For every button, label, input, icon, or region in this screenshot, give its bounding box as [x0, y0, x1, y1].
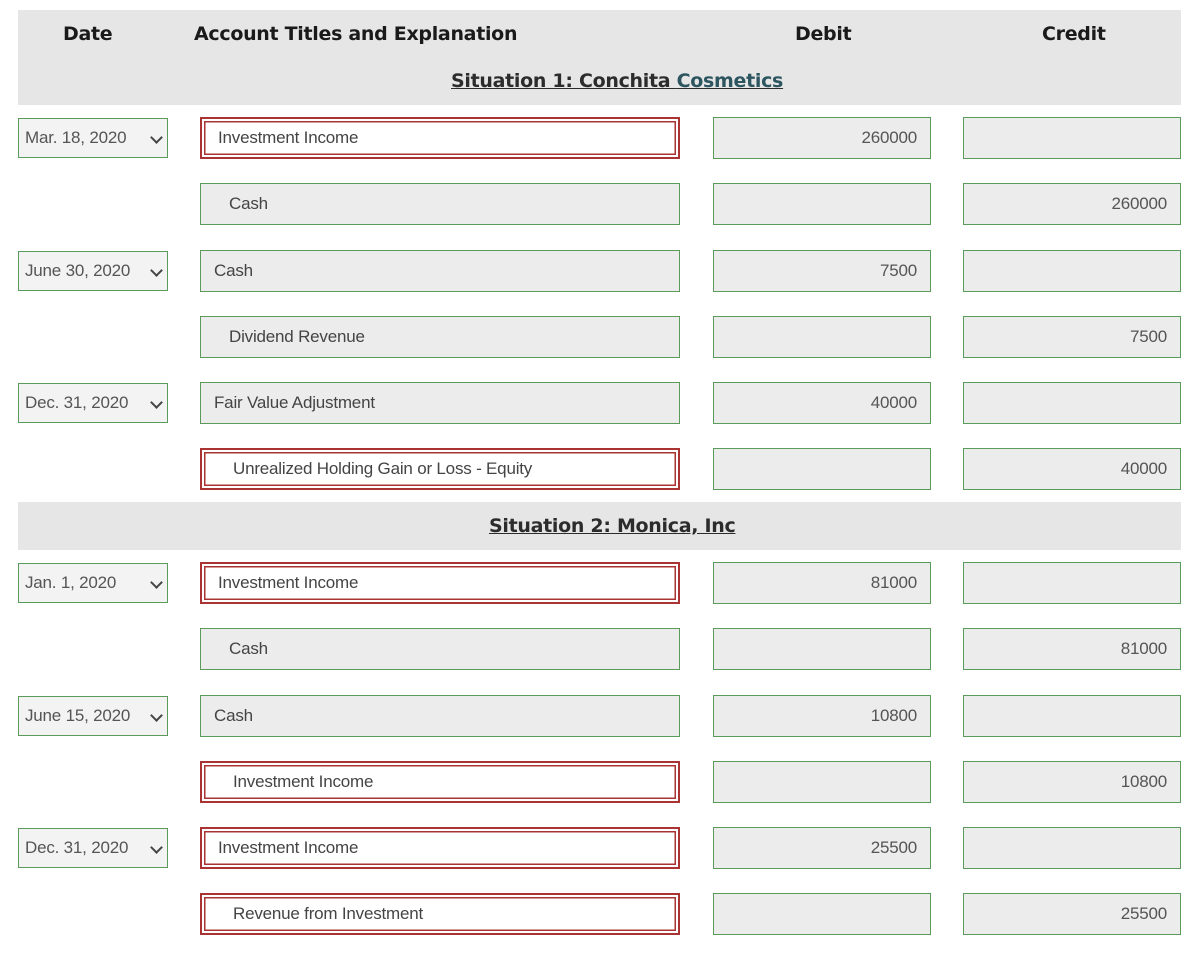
- date-select[interactable]: June 15, 2020: [18, 696, 168, 736]
- account-title-input[interactable]: Cash: [200, 695, 680, 737]
- account-title-input[interactable]: Investment Income: [200, 562, 680, 604]
- journal-row: June 15, 2020 Cash 10800: [0, 695, 1200, 737]
- date-select-value: Dec. 31, 2020: [25, 393, 129, 412]
- credit-input[interactable]: 10800: [963, 761, 1181, 803]
- credit-input[interactable]: 260000: [963, 183, 1181, 225]
- date-select-value: June 15, 2020: [25, 706, 131, 725]
- journal-row: Revenue from Investment 25500: [0, 893, 1200, 935]
- journal-row: June 30, 2020 Cash 7500: [0, 250, 1200, 292]
- journal-row: Cash 260000: [0, 183, 1200, 225]
- account-title-input[interactable]: Fair Value Adjustment: [200, 382, 680, 424]
- account-column-header: Account Titles and Explanation: [194, 23, 518, 45]
- situation-1-title-link: Cosmetics: [676, 70, 784, 92]
- credit-input[interactable]: [963, 382, 1181, 424]
- account-title-input[interactable]: Cash: [200, 628, 680, 670]
- debit-input[interactable]: [713, 761, 931, 803]
- account-title-input[interactable]: Investment Income: [200, 827, 680, 869]
- credit-input[interactable]: [963, 695, 1181, 737]
- chevron-down-icon: [150, 576, 163, 589]
- debit-input[interactable]: 40000: [713, 382, 931, 424]
- account-title-input[interactable]: Investment Income: [200, 117, 680, 159]
- journal-row: Unrealized Holding Gain or Loss - Equity…: [0, 448, 1200, 490]
- situation-1-title: Situation 1: Conchita Cosmetics: [451, 70, 783, 92]
- date-select[interactable]: Jan. 1, 2020: [18, 563, 168, 603]
- debit-input[interactable]: 10800: [713, 695, 931, 737]
- debit-input[interactable]: [713, 183, 931, 225]
- account-title-input[interactable]: Cash: [200, 183, 680, 225]
- credit-column-header: Credit: [1042, 23, 1106, 45]
- account-title-input[interactable]: Unrealized Holding Gain or Loss - Equity: [200, 448, 680, 490]
- account-title-input[interactable]: Cash: [200, 250, 680, 292]
- credit-input[interactable]: 40000: [963, 448, 1181, 490]
- credit-input[interactable]: [963, 562, 1181, 604]
- debit-input[interactable]: 260000: [713, 117, 931, 159]
- credit-input[interactable]: [963, 117, 1181, 159]
- journal-row: Investment Income 10800: [0, 761, 1200, 803]
- account-title-input[interactable]: Dividend Revenue: [200, 316, 680, 358]
- journal-row: Dec. 31, 2020 Fair Value Adjustment 40000: [0, 382, 1200, 424]
- date-select[interactable]: Dec. 31, 2020: [18, 383, 168, 423]
- date-select-value: June 30, 2020: [25, 261, 131, 280]
- chevron-down-icon: [150, 709, 163, 722]
- journal-row: Dec. 31, 2020 Investment Income 25500: [0, 827, 1200, 869]
- debit-column-header: Debit: [795, 23, 852, 45]
- date-select-value: Mar. 18, 2020: [25, 128, 127, 147]
- date-select[interactable]: Dec. 31, 2020: [18, 828, 168, 868]
- debit-input[interactable]: 7500: [713, 250, 931, 292]
- credit-input[interactable]: 81000: [963, 628, 1181, 670]
- date-select-value: Jan. 1, 2020: [25, 573, 117, 592]
- debit-input[interactable]: 81000: [713, 562, 931, 604]
- journal-row: Dividend Revenue 7500: [0, 316, 1200, 358]
- account-title-input[interactable]: Revenue from Investment: [200, 893, 680, 935]
- journal-row: Jan. 1, 2020 Investment Income 81000: [0, 562, 1200, 604]
- debit-input[interactable]: 25500: [713, 827, 931, 869]
- credit-input[interactable]: [963, 827, 1181, 869]
- situation-2-title: Situation 2: Monica, Inc: [489, 515, 736, 537]
- journal-row: Cash 81000: [0, 628, 1200, 670]
- account-title-input[interactable]: Investment Income: [200, 761, 680, 803]
- credit-input[interactable]: [963, 250, 1181, 292]
- debit-input[interactable]: [713, 893, 931, 935]
- credit-input[interactable]: 7500: [963, 316, 1181, 358]
- debit-input[interactable]: [713, 316, 931, 358]
- chevron-down-icon: [150, 396, 163, 409]
- date-select[interactable]: June 30, 2020: [18, 251, 168, 291]
- situation-1-title-main: Situation 1: Conchita: [451, 70, 677, 92]
- date-column-header: Date: [63, 23, 113, 45]
- chevron-down-icon: [150, 841, 163, 854]
- chevron-down-icon: [150, 131, 163, 144]
- debit-input[interactable]: [713, 628, 931, 670]
- date-select[interactable]: Mar. 18, 2020: [18, 118, 168, 158]
- date-select-value: Dec. 31, 2020: [25, 838, 129, 857]
- debit-input[interactable]: [713, 448, 931, 490]
- chevron-down-icon: [150, 264, 163, 277]
- credit-input[interactable]: 25500: [963, 893, 1181, 935]
- journal-row: Mar. 18, 2020 Investment Income 260000: [0, 117, 1200, 159]
